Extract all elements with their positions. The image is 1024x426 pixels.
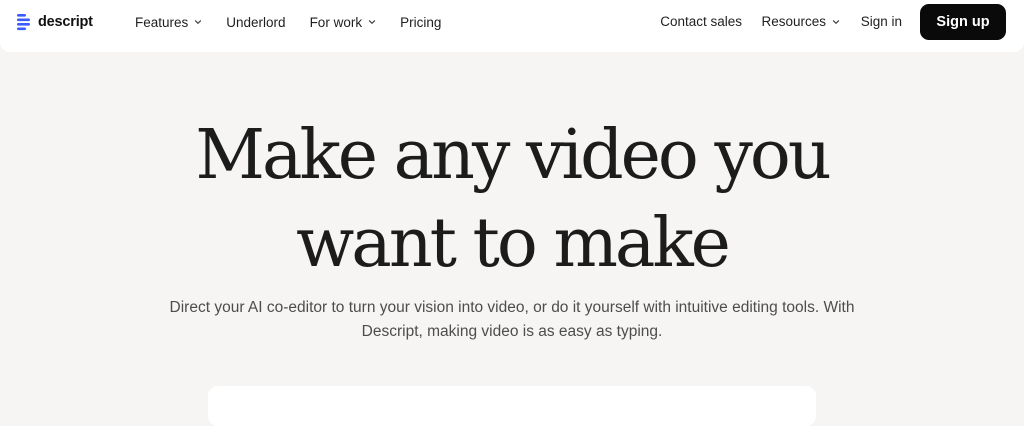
- hero-subtitle: Direct your AI co-editor to turn your vi…: [150, 296, 874, 344]
- sign-up-button[interactable]: Sign up: [920, 4, 1006, 40]
- product-preview-card: [208, 386, 816, 426]
- hero-subtitle-line-1: Direct your AI co-editor to turn your vi…: [169, 299, 855, 316]
- nav-item-label: Features: [135, 14, 189, 30]
- hero-title-line-2: want to make: [296, 204, 731, 283]
- brand-name: descript: [38, 14, 93, 30]
- nav-item-underlord[interactable]: Underlord: [226, 15, 285, 30]
- nav-item-resources[interactable]: Resources: [761, 14, 840, 29]
- nav-item-label: Resources: [761, 14, 826, 29]
- nav-item-label: Sign in: [860, 14, 902, 29]
- nav-item-label: Pricing: [400, 14, 442, 30]
- nav-item-label: Contact sales: [660, 14, 742, 29]
- top-navigation-bar: descript Features Underlord For work Pri…: [0, 0, 1024, 52]
- chevron-down-icon: [368, 20, 376, 24]
- nav-item-for-work[interactable]: For work: [310, 15, 377, 30]
- chevron-down-icon: [832, 19, 840, 24]
- nav-item-label: Underlord: [226, 14, 286, 30]
- primary-nav: Features Underlord For work Pricing: [135, 0, 441, 44]
- descript-logo-icon: [17, 14, 30, 31]
- nav-item-features[interactable]: Features: [135, 15, 202, 30]
- hero-title: Make any video you want to make: [0, 112, 1024, 288]
- chevron-down-icon: [195, 20, 202, 24]
- nav-item-contact-sales[interactable]: Contact sales: [660, 14, 742, 29]
- nav-item-pricing[interactable]: Pricing: [400, 15, 441, 30]
- descript-logo[interactable]: descript: [17, 13, 93, 31]
- nav-item-sign-in[interactable]: Sign in: [861, 14, 902, 29]
- hero-subtitle-line-2: Descript, making video is as easy as typ…: [361, 323, 663, 340]
- hero-title-line-1: Make any video you: [195, 116, 831, 195]
- nav-item-label: For work: [309, 14, 363, 30]
